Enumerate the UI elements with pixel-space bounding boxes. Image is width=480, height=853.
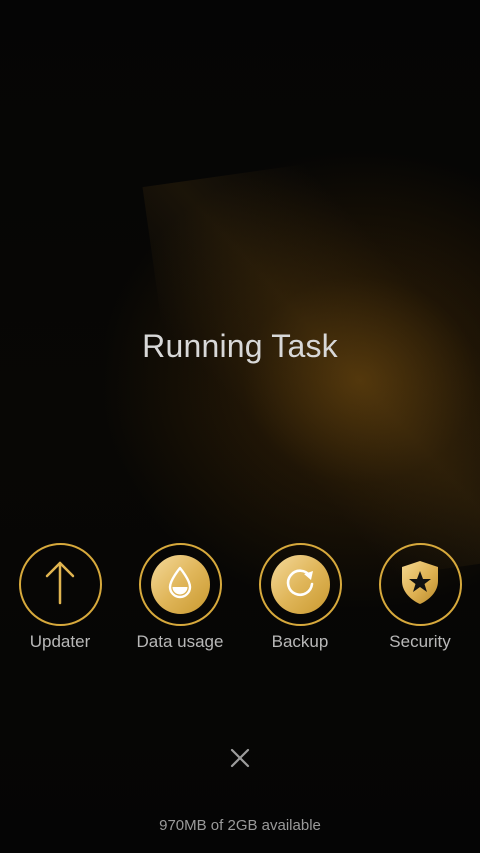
refresh-icon	[283, 565, 317, 604]
security-button[interactable]: Security	[360, 543, 480, 652]
running-task-screen: Running Task Updater Data usage Backup S…	[0, 0, 480, 853]
background-glow	[142, 136, 480, 604]
updater-button[interactable]: Updater	[0, 543, 120, 652]
data-usage-button[interactable]: Data usage	[120, 543, 240, 652]
updater-ring	[18, 543, 102, 626]
security-label: Security	[389, 632, 451, 651]
backup-button[interactable]: Backup	[240, 543, 360, 652]
arrow-up-icon	[38, 557, 82, 612]
shield-star-icon	[398, 557, 442, 612]
backup-ring	[258, 543, 342, 626]
backup-disc	[270, 555, 330, 614]
close-icon	[224, 748, 256, 778]
data-usage-disc	[150, 555, 210, 614]
storage-status: 970MB of 2GB available	[159, 817, 321, 834]
security-ring	[378, 543, 462, 626]
updater-label: Updater	[29, 632, 91, 651]
data-usage-label: Data usage	[136, 632, 224, 651]
water-drop-icon	[165, 565, 195, 604]
page-title: Running Task	[142, 328, 338, 364]
backup-label: Backup	[271, 632, 329, 651]
quick-tools-row: Updater Data usage Backup Security	[0, 543, 480, 663]
close-button[interactable]	[224, 742, 256, 774]
data-usage-ring	[138, 543, 222, 626]
